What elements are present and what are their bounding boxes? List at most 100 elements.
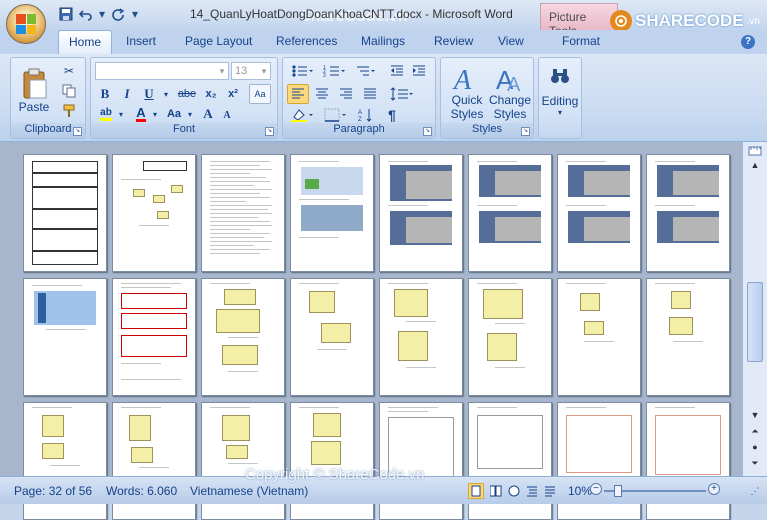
sort-icon[interactable]: AZ: [355, 106, 377, 124]
tab-format[interactable]: Format: [562, 34, 600, 48]
full-screen-reading-icon[interactable]: [488, 483, 504, 499]
clipboard-launcher-icon[interactable]: ↘: [73, 127, 82, 136]
editing-button[interactable]: Editing ▾: [539, 62, 581, 120]
change-case-button[interactable]: Aa: [163, 106, 185, 122]
print-layout-icon[interactable]: [468, 483, 484, 499]
next-page-icon[interactable]: ⏷: [747, 458, 763, 472]
document-area[interactable]: [0, 142, 742, 520]
page-thumbnail[interactable]: [646, 278, 730, 396]
page-count[interactable]: Page: 32 of 56: [14, 484, 92, 498]
highlight-chevron-down-icon[interactable]: ▾: [117, 106, 125, 122]
font-color-button[interactable]: A: [131, 106, 151, 122]
copy-icon[interactable]: [59, 82, 79, 100]
tab-review[interactable]: Review: [434, 34, 473, 48]
tab-insert[interactable]: Insert: [126, 34, 156, 48]
decrease-indent-icon[interactable]: [387, 62, 407, 80]
page-thumbnail[interactable]: [379, 278, 463, 396]
grow-font-button[interactable]: A: [199, 106, 217, 122]
office-button[interactable]: [6, 4, 46, 44]
shading-icon[interactable]: [287, 106, 317, 124]
ruler-toggle-icon[interactable]: [747, 144, 763, 158]
scroll-thumb[interactable]: [747, 282, 763, 362]
tab-references[interactable]: References: [276, 34, 337, 48]
page-thumbnail[interactable]: [201, 154, 285, 272]
tab-view[interactable]: View: [498, 34, 524, 48]
numbering-icon[interactable]: 123: [319, 62, 349, 80]
page-thumbnail[interactable]: [646, 154, 730, 272]
show-formatting-marks-button[interactable]: ¶: [381, 106, 403, 124]
draft-view-icon[interactable]: [542, 483, 558, 499]
page-thumbnail[interactable]: [379, 154, 463, 272]
page-thumbnail[interactable]: [23, 278, 107, 396]
web-layout-icon[interactable]: [506, 483, 522, 499]
page-thumbnail[interactable]: [290, 154, 374, 272]
font-size-chevron-down-icon[interactable]: ▾: [259, 64, 269, 78]
paste-button[interactable]: Paste: [17, 62, 51, 120]
scroll-down-icon[interactable]: ▼: [747, 410, 763, 424]
styles-launcher-icon[interactable]: ↘: [521, 127, 530, 136]
change-styles-icon: AA: [496, 65, 521, 93]
page-thumbnail[interactable]: [557, 154, 641, 272]
font-launcher-icon[interactable]: ↘: [265, 127, 274, 136]
zoom-in-icon[interactable]: +: [708, 483, 720, 495]
save-icon[interactable]: [58, 6, 74, 22]
zoom-slider[interactable]: − +: [590, 483, 720, 497]
page-thumbnail[interactable]: [112, 278, 196, 396]
undo-icon[interactable]: [78, 6, 94, 22]
scroll-up-icon[interactable]: ▲: [747, 160, 763, 174]
page-thumbnail[interactable]: [23, 154, 107, 272]
underline-button[interactable]: U: [139, 84, 159, 104]
zoom-level[interactable]: 10%: [568, 484, 592, 498]
help-icon[interactable]: ?: [741, 35, 755, 49]
page-thumbnail[interactable]: [468, 154, 552, 272]
tab-mailings[interactable]: Mailings: [361, 34, 405, 48]
previous-page-icon[interactable]: ⏶: [747, 426, 763, 440]
superscript-button[interactable]: x²: [223, 84, 243, 104]
tab-home[interactable]: Home: [58, 30, 113, 54]
shrink-font-button[interactable]: A: [219, 108, 235, 122]
ribbon-tabs: Home Insert Page Layout References Maili…: [0, 30, 767, 54]
font-name-dropdown[interactable]: [95, 62, 229, 80]
justify-icon[interactable]: [359, 84, 381, 104]
undo-dropdown-icon[interactable]: ▾: [98, 6, 106, 22]
page-thumbnail[interactable]: [557, 278, 641, 396]
multilevel-list-icon[interactable]: [351, 62, 381, 80]
zoom-knob[interactable]: [614, 485, 622, 497]
page-thumbnail[interactable]: [112, 154, 196, 272]
strikethrough-button[interactable]: abe: [175, 84, 199, 104]
page-thumbnail[interactable]: [468, 278, 552, 396]
change-styles-button[interactable]: AA Change Styles: [489, 60, 531, 124]
customize-qat-icon[interactable]: ▾: [130, 6, 140, 22]
paragraph-launcher-icon[interactable]: ↘: [423, 127, 432, 136]
align-center-icon[interactable]: [311, 84, 333, 104]
format-painter-icon[interactable]: [59, 102, 79, 120]
bullets-icon[interactable]: [287, 62, 317, 80]
cut-icon[interactable]: ✂: [59, 62, 79, 80]
change-case-chevron-down-icon[interactable]: ▾: [186, 106, 194, 122]
word-count[interactable]: Words: 6.060: [106, 484, 177, 498]
line-spacing-icon[interactable]: [387, 84, 417, 104]
language[interactable]: Vietnamese (Vietnam): [190, 484, 308, 498]
highlight-button[interactable]: ab: [95, 106, 117, 122]
clear-formatting-button[interactable]: Aa: [249, 84, 271, 104]
subscript-button[interactable]: x₂: [201, 84, 221, 104]
resize-grip-icon[interactable]: ⋰: [748, 483, 762, 499]
italic-button[interactable]: I: [117, 84, 137, 104]
page-thumbnail[interactable]: [201, 278, 285, 396]
align-right-icon[interactable]: [335, 84, 357, 104]
borders-icon[interactable]: [321, 106, 351, 124]
bold-button[interactable]: B: [95, 84, 115, 104]
select-browse-object-icon[interactable]: ●: [747, 442, 763, 456]
redo-icon[interactable]: [110, 6, 126, 22]
font-color-chevron-down-icon[interactable]: ▾: [151, 106, 159, 122]
quick-styles-button[interactable]: A Quick Styles: [445, 60, 489, 124]
zoom-out-icon[interactable]: −: [590, 483, 602, 495]
align-left-icon[interactable]: [287, 84, 309, 104]
tab-page-layout[interactable]: Page Layout: [185, 34, 252, 48]
increase-indent-icon[interactable]: [409, 62, 429, 80]
font-name-chevron-down-icon[interactable]: ▾: [217, 64, 227, 78]
outline-view-icon[interactable]: [524, 483, 540, 499]
vertical-scrollbar[interactable]: ▲ ▼ ⏶ ● ⏷: [742, 142, 767, 476]
page-thumbnail[interactable]: [290, 278, 374, 396]
underline-chevron-down-icon[interactable]: ▾: [161, 84, 171, 104]
